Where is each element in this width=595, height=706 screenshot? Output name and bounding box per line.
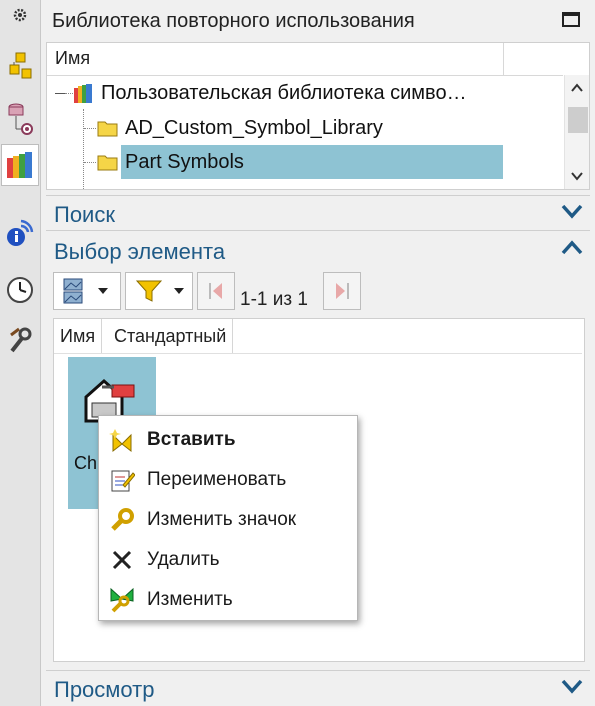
column-header-name[interactable]: Имя [54,319,103,353]
chevron-down-icon [98,288,108,294]
menu-item-insert[interactable]: Вставить [99,420,357,460]
previous-page-button[interactable] [197,272,235,310]
assembly-navigator-icon[interactable] [2,48,38,84]
tree-row-ad-custom[interactable]: AD_Custom_Symbol_Library [47,111,563,145]
library-books-icon [74,84,92,103]
chevron-down-icon [174,288,184,294]
column-header-standard[interactable]: Стандартный [108,319,234,353]
history-clock-icon[interactable] [2,272,38,308]
folder-icon [97,187,119,190]
info-feed-icon[interactable] [2,214,38,250]
menu-item-change-icon[interactable]: Изменить значок [99,500,357,540]
folder-icon [97,121,118,137]
tools-icon[interactable] [2,322,38,358]
part-navigator-icon[interactable] [2,100,38,136]
tree-row-part-symbols[interactable]: Part Symbols [47,145,563,179]
expand-chevron-icon[interactable] [561,203,583,219]
tree-row-label: Пользовательская библиотека симво… [101,82,467,104]
scroll-thumb[interactable] [568,107,588,133]
menu-item-label: Изменить [147,589,233,610]
view-mode-dropdown[interactable] [53,272,121,310]
next-page-button[interactable] [323,272,361,310]
member-item-label: Ch [74,453,98,473]
menu-item-edit[interactable]: Изменить [99,580,357,620]
pager-text: 1-1 из 1 [240,289,308,310]
tree-header: Имя [47,43,563,76]
panel-title: Библиотека повторного использования [52,10,415,32]
maximize-icon[interactable] [562,12,580,27]
tree-row-label: Part Symbols [125,151,244,173]
tree-row-label: AD_Custom_Symbol_Library [125,117,383,139]
expand-chevron-icon[interactable] [561,678,583,694]
search-section-title[interactable]: Поиск [54,202,115,228]
collapse-icon[interactable] [55,93,65,94]
filter-dropdown[interactable] [125,272,193,310]
scroll-up-icon[interactable] [571,83,583,93]
menu-item-label: Вставить [147,429,236,450]
menu-item-label: Изменить значок [147,509,297,530]
scroll-down-icon[interactable] [571,171,583,181]
tree-row-user-library[interactable]: Пользовательская библиотека симво… [47,77,563,111]
resource-bar [0,0,41,706]
menu-item-rename[interactable]: Переименовать [99,460,357,500]
tree-column-name[interactable]: Имя [55,48,90,69]
menu-item-label: Переименовать [147,469,287,490]
tree-scrollbar[interactable] [564,75,589,189]
menu-item-delete[interactable]: Удалить [99,540,357,580]
edit-icon [110,587,134,613]
thumbnail-view-icon [63,278,83,304]
next-page-icon [336,283,349,299]
menu-item-label: Удалить [147,549,220,570]
filter-funnel-icon [136,280,162,302]
delete-x-icon [112,550,132,570]
settings-gear-icon[interactable] [2,2,38,28]
folder-icon [97,155,118,171]
member-select-section-title[interactable]: Выбор элемента [54,239,225,265]
reuse-library-icon[interactable] [1,144,39,186]
collapse-chevron-icon[interactable] [561,240,583,256]
tree-row-partial[interactable] [47,179,563,190]
previous-page-icon [209,283,222,299]
wrench-icon [111,508,134,531]
rename-icon [111,470,135,492]
insert-icon [109,429,132,453]
library-tree[interactable]: Имя Пользовательская библиотека симво… A… [46,42,590,190]
context-menu: Вставить Переименовать Изменить значок У… [98,415,358,621]
preview-section-title[interactable]: Просмотр [54,677,154,703]
